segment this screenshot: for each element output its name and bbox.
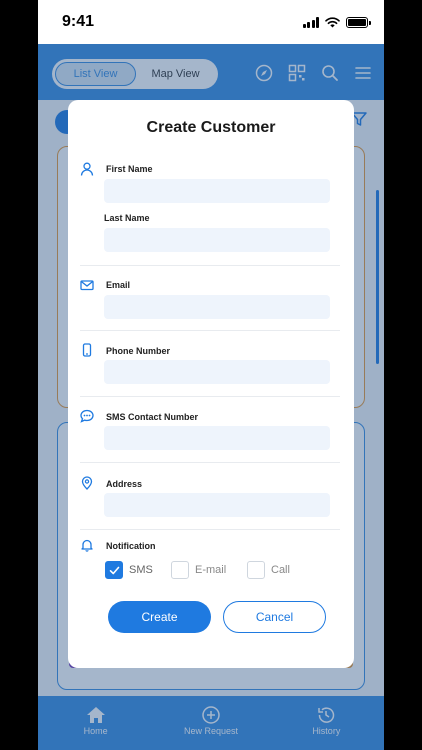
- wifi-icon: [325, 17, 340, 28]
- email-label: Email: [106, 280, 131, 290]
- person-icon: [80, 162, 94, 176]
- checkbox-call[interactable]: Call: [247, 561, 290, 579]
- first-name-input[interactable]: [104, 179, 330, 203]
- checkbox-label: E-mail: [195, 564, 227, 576]
- notification-label: Notification: [106, 541, 156, 551]
- create-customer-dialog: Create Customer First Name Last Name Ema…: [68, 100, 354, 668]
- sms-contact-label: SMS Contact Number: [106, 412, 199, 422]
- location-pin-icon: [81, 476, 93, 490]
- checkbox-label: SMS: [129, 564, 153, 576]
- email-input[interactable]: [104, 295, 330, 319]
- mail-icon: [80, 280, 94, 291]
- status-bar: 9:41: [38, 0, 384, 44]
- sms-contact-input[interactable]: [104, 426, 330, 450]
- last-name-label: Last Name: [104, 213, 150, 223]
- checkmark-icon: [109, 566, 119, 574]
- last-name-input[interactable]: [104, 228, 330, 252]
- checkbox-sms[interactable]: SMS: [105, 561, 153, 579]
- divider: [80, 462, 340, 463]
- address-input[interactable]: [104, 493, 330, 517]
- phone-icon: [82, 343, 92, 357]
- divider: [80, 529, 340, 530]
- battery-icon: [346, 17, 371, 28]
- status-time: 9:41: [62, 13, 95, 30]
- dialog-title: Create Customer: [146, 119, 276, 136]
- phone-screen: 9:41 List View Map View Home New Request…: [38, 0, 384, 750]
- address-label: Address: [106, 479, 143, 489]
- divider: [80, 396, 340, 397]
- status-icons: [302, 17, 371, 28]
- checkbox-email[interactable]: E-mail: [171, 561, 226, 579]
- checkbox-label: Call: [271, 564, 290, 576]
- phone-input[interactable]: [104, 360, 330, 384]
- phone-label: Phone Number: [106, 346, 171, 356]
- create-button[interactable]: Create: [108, 601, 211, 633]
- chat-icon: [80, 409, 94, 423]
- cancel-button[interactable]: Cancel: [223, 601, 326, 633]
- checkbox-box[interactable]: [105, 561, 123, 579]
- checkbox-box[interactable]: [171, 561, 189, 579]
- bell-icon: [81, 539, 93, 552]
- divider: [80, 330, 340, 331]
- divider: [80, 265, 340, 266]
- cellular-signal-icon: [302, 17, 319, 28]
- first-name-label: First Name: [106, 164, 153, 174]
- checkbox-box[interactable]: [247, 561, 265, 579]
